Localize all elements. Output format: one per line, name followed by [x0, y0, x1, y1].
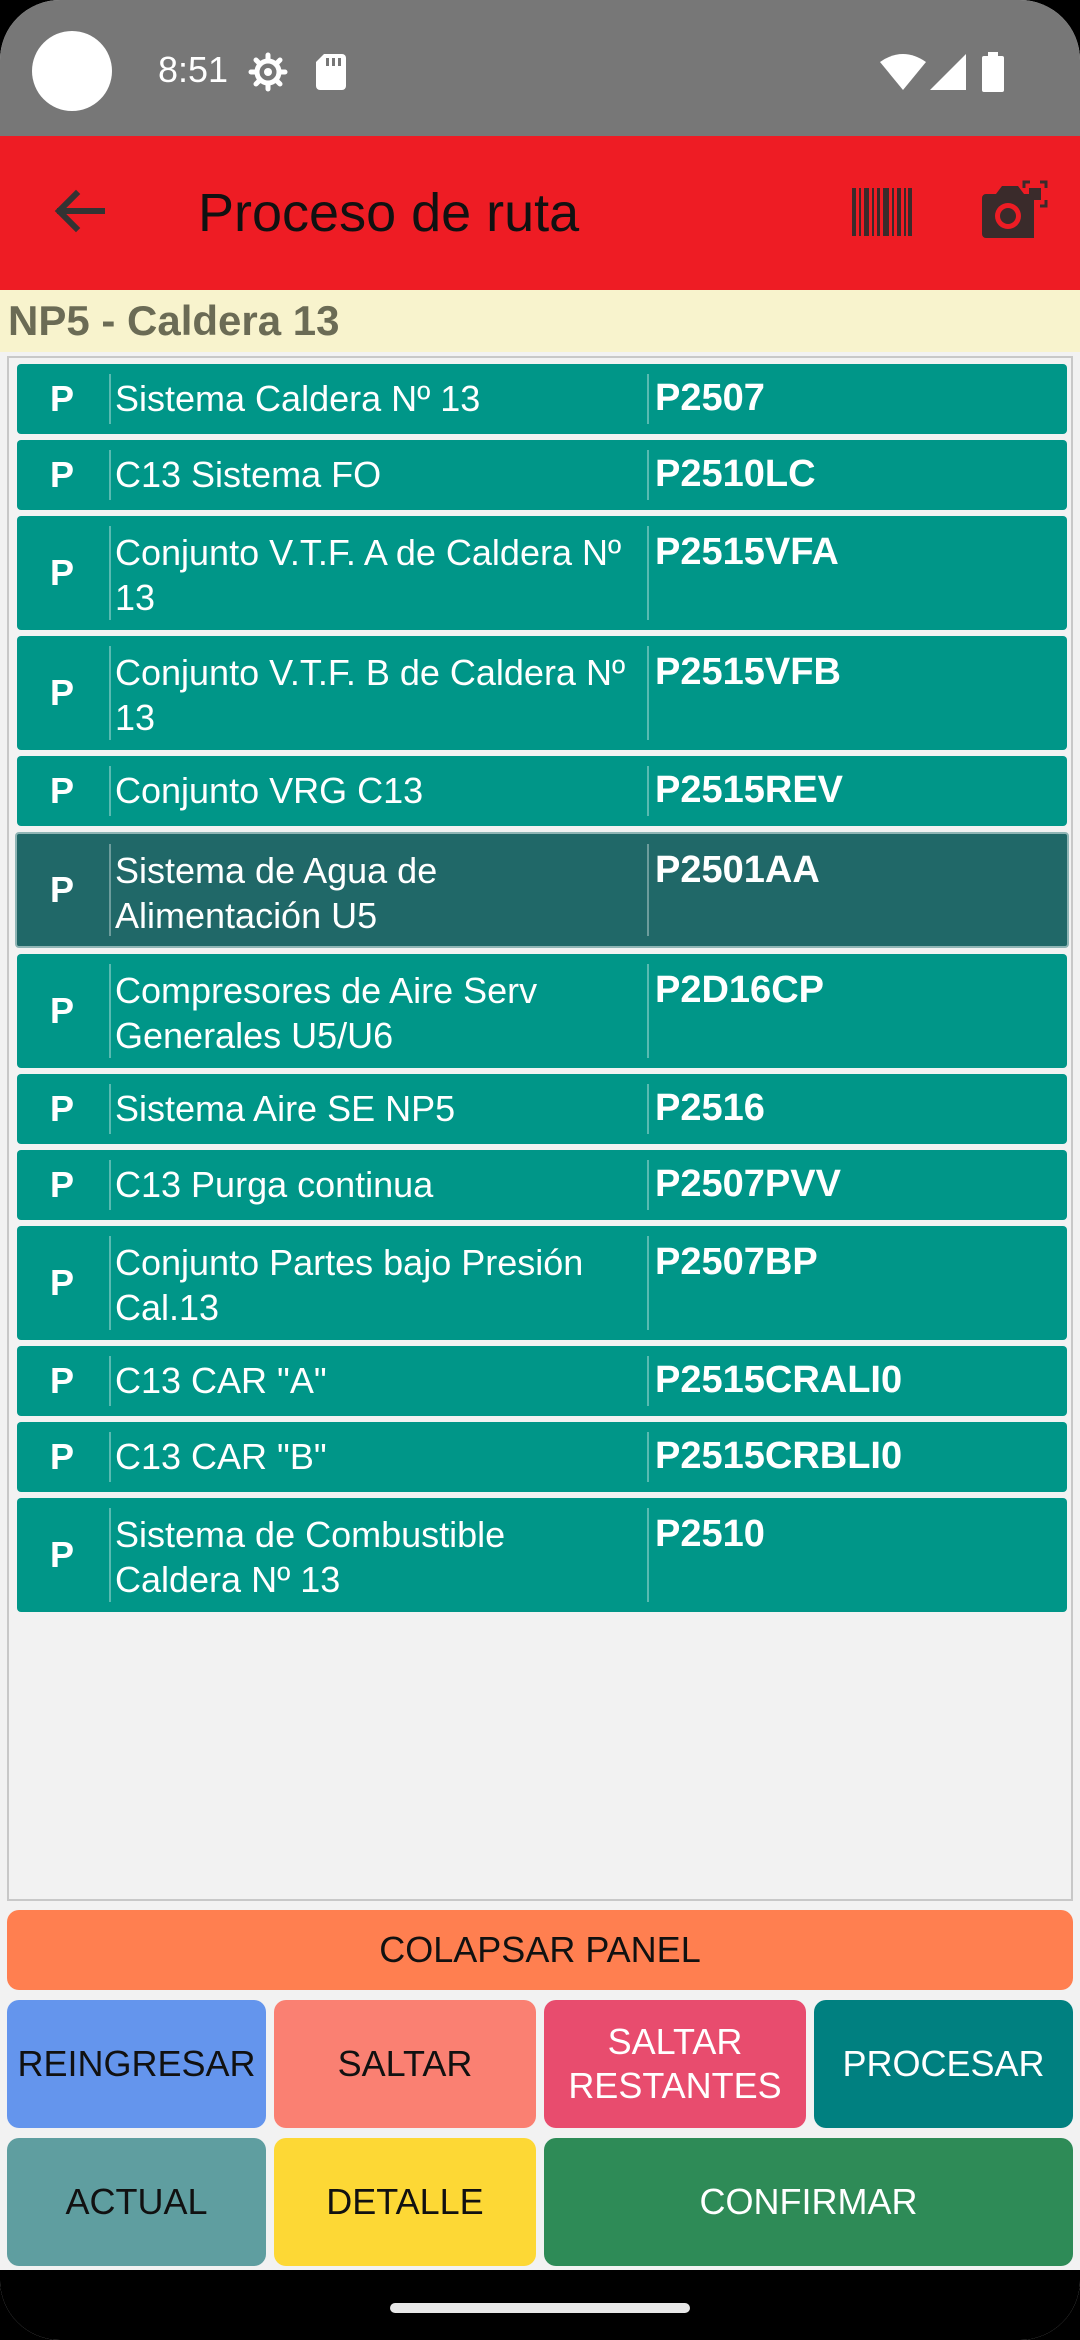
- list-item[interactable]: P C13 CAR "A" P2515CRALI0: [17, 1346, 1067, 1416]
- item-name: Sistema Aire SE NP5: [115, 1088, 456, 1129]
- actual-button[interactable]: ACTUAL: [7, 2138, 266, 2266]
- status-time: 8:51: [158, 49, 229, 90]
- saltar-button[interactable]: SALTAR: [274, 2000, 536, 2128]
- list-item[interactable]: P C13 Purga continua P2507PVV: [17, 1150, 1067, 1220]
- arrow-left-icon[interactable]: [44, 176, 114, 246]
- item-name: Compresores de Aire Serv Generales U5/U6: [115, 970, 538, 1056]
- status-badge: P: [49, 1164, 74, 1205]
- item-name: C13 CAR "B": [115, 1436, 327, 1477]
- status-badge: P: [49, 1534, 74, 1575]
- item-name: Sistema Caldera Nº 13: [115, 378, 481, 419]
- item-code: P2516: [655, 1087, 765, 1129]
- list-item[interactable]: P Conjunto VRG C13 P2515REV: [17, 756, 1067, 826]
- item-code: P2510: [655, 1513, 765, 1555]
- list-item[interactable]: P Sistema Caldera Nº 13 P2507: [17, 364, 1067, 434]
- item-code: P2515CRBLI0: [655, 1435, 903, 1477]
- status-badge: P: [49, 552, 74, 593]
- status-badge: P: [49, 1360, 74, 1401]
- list-item[interactable]: P Conjunto V.T.F. B de Caldera Nº 13 P25…: [17, 636, 1067, 750]
- item-code: P2D16CP: [655, 969, 824, 1011]
- item-name: C13 CAR "A": [115, 1360, 327, 1401]
- status-badge: P: [49, 1088, 74, 1129]
- route-header: NP5 - Caldera 13: [0, 290, 1080, 352]
- status-badge: P: [49, 378, 74, 419]
- item-name: Conjunto V.T.F. A de Caldera Nº 13: [115, 532, 622, 618]
- item-code: P2507BP: [655, 1241, 818, 1283]
- item-name: C13 Purga continua: [115, 1164, 434, 1205]
- home-gesture-handle[interactable]: [390, 2303, 690, 2313]
- status-badge: P: [49, 454, 74, 495]
- app-bar: Proceso de ruta: [0, 136, 1080, 290]
- status-badge: P: [49, 672, 74, 713]
- list-item[interactable]: P Conjunto Partes bajo Presión Cal.13 P2…: [17, 1226, 1067, 1340]
- item-code: P2507PVV: [655, 1163, 841, 1205]
- battery-icon: [982, 52, 1004, 92]
- list-item[interactable]: P Sistema Aire SE NP5 P2516: [17, 1074, 1067, 1144]
- barcode-icon[interactable]: [852, 188, 912, 236]
- list-item[interactable]: P C13 CAR "B" P2515CRBLI0: [17, 1422, 1067, 1492]
- status-badge: P: [49, 990, 74, 1031]
- cell-signal-icon: [930, 54, 966, 90]
- item-code: P2510LC: [655, 453, 816, 495]
- item-name: Conjunto VRG C13: [115, 770, 424, 811]
- camera-icon[interactable]: [978, 180, 1048, 244]
- collapse-panel-button[interactable]: COLAPSAR PANEL: [7, 1910, 1073, 1990]
- item-code: P2515VFB: [655, 651, 841, 693]
- item-name: Conjunto Partes bajo Presión Cal.13: [115, 1242, 584, 1328]
- item-name: C13 Sistema FO: [115, 454, 382, 495]
- item-code: P2515VFA: [655, 531, 839, 573]
- route-list[interactable]: P Sistema Caldera Nº 13 P2507 P C13 Sist…: [7, 356, 1073, 1901]
- item-code: P2501AA: [655, 849, 820, 891]
- settings-icon: [248, 52, 288, 92]
- list-item[interactable]: P Sistema de Combustible Caldera Nº 13 P…: [17, 1498, 1067, 1612]
- procesar-button[interactable]: PROCESAR: [814, 2000, 1073, 2128]
- item-code: P2515CRALI0: [655, 1359, 903, 1401]
- status-badge: P: [49, 1262, 74, 1303]
- system-nav-bar: [0, 2270, 1080, 2340]
- list-item[interactable]: P C13 Sistema FO P2510LC: [17, 440, 1067, 510]
- status-badge: P: [49, 770, 74, 811]
- list-item-selected[interactable]: P Sistema de Agua de Alimentación U5 P25…: [15, 832, 1069, 948]
- status-bar: 8:51: [0, 0, 1080, 136]
- confirmar-button[interactable]: CONFIRMAR: [544, 2138, 1073, 2266]
- list-item[interactable]: P Conjunto V.T.F. A de Caldera Nº 13 P25…: [17, 516, 1067, 630]
- saltar-restantes-button[interactable]: SALTAR RESTANTES: [544, 2000, 806, 2128]
- page-title: Proceso de ruta: [198, 183, 580, 243]
- item-code: P2515REV: [655, 769, 844, 811]
- screen: 8:51 Proceso de ruta NP5 - Caldera 13 P …: [0, 0, 1080, 2340]
- sd-card-icon: [316, 54, 346, 90]
- wifi-icon: [880, 54, 926, 90]
- detalle-button[interactable]: DETALLE: [274, 2138, 536, 2266]
- status-badge: P: [49, 1436, 74, 1477]
- item-code: P2507: [655, 377, 765, 419]
- camera-cutout: [32, 31, 112, 111]
- list-item[interactable]: P Compresores de Aire Serv Generales U5/…: [17, 954, 1067, 1068]
- item-name: Conjunto V.T.F. B de Caldera Nº 13: [115, 652, 626, 738]
- item-name: Sistema de Combustible Caldera Nº 13: [115, 1514, 506, 1600]
- item-name: Sistema de Agua de Alimentación U5: [115, 850, 438, 936]
- status-badge: P: [49, 869, 74, 910]
- reingresar-button[interactable]: REINGRESAR: [7, 2000, 266, 2128]
